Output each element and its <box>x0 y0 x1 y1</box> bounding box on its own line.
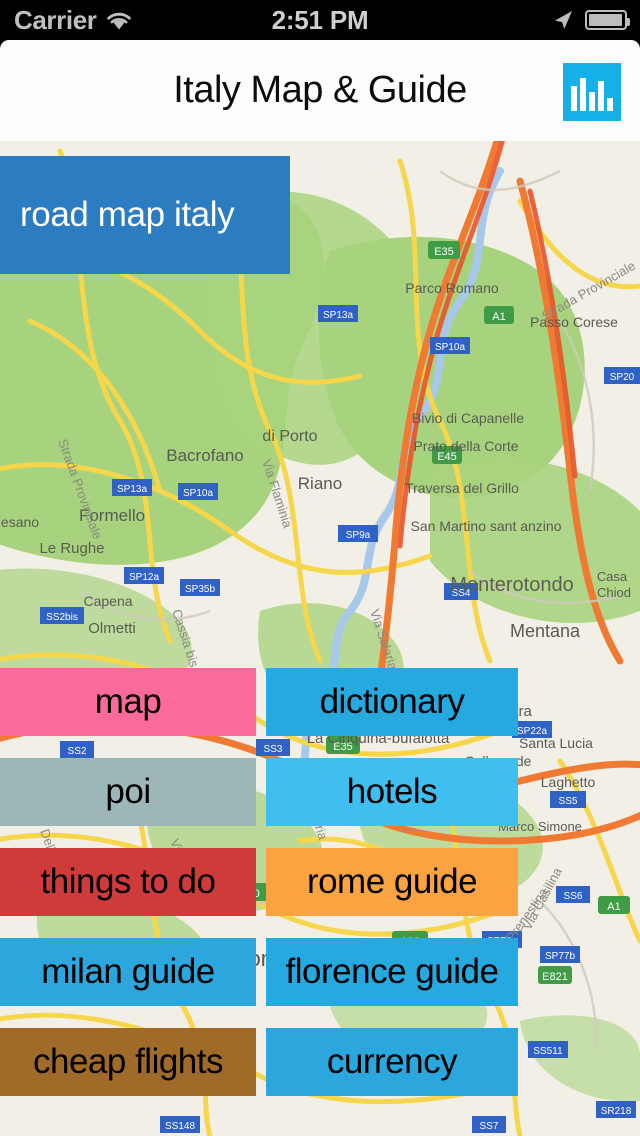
svg-text:Capena: Capena <box>83 593 132 609</box>
svg-text:SP9a: SP9a <box>346 530 371 541</box>
svg-text:Traversa del Grillo: Traversa del Grillo <box>405 480 519 496</box>
svg-text:Mentana: Mentana <box>510 621 581 641</box>
svg-text:San Martino sant anzino: San Martino sant anzino <box>411 518 562 534</box>
svg-text:esano: esano <box>1 514 39 530</box>
menu-button-grid: map dictionary poi hotels things to do r… <box>0 668 640 1096</box>
menu-button-rome-guide[interactable]: rome guide <box>266 848 518 916</box>
location-arrow-icon <box>552 9 574 31</box>
svg-text:SS2bis: SS2bis <box>46 612 78 623</box>
menu-button-label: milan guide <box>41 952 215 991</box>
svg-text:SP13a: SP13a <box>323 310 353 321</box>
svg-text:Bacrofano: Bacrofano <box>166 446 244 465</box>
status-bar-time: 2:51 PM <box>271 4 369 35</box>
status-bar-right <box>552 0 630 40</box>
menu-button-dictionary[interactable]: dictionary <box>266 668 518 736</box>
svg-text:di Porto: di Porto <box>262 428 317 445</box>
svg-text:SP20: SP20 <box>610 372 635 383</box>
svg-text:Riano: Riano <box>298 474 342 493</box>
svg-text:A1: A1 <box>492 311 505 323</box>
menu-button-cheap-flights[interactable]: cheap flights <box>0 1028 256 1096</box>
bar-chart-icon[interactable] <box>563 63 621 121</box>
svg-text:SP10a: SP10a <box>183 488 213 499</box>
menu-button-things-to-do[interactable]: things to do <box>0 848 256 916</box>
grid-row: milan guide florence guide <box>0 938 640 1028</box>
svg-text:E35: E35 <box>434 246 454 258</box>
menu-button-label: currency <box>326 1042 458 1081</box>
menu-button-label: rome guide <box>306 862 478 901</box>
menu-button-currency[interactable]: currency <box>266 1028 518 1096</box>
svg-text:Prato della Corte: Prato della Corte <box>413 438 518 454</box>
promo-banner-label: road map italy <box>20 195 235 234</box>
svg-text:Le Rughe: Le Rughe <box>39 540 104 557</box>
menu-button-label: map <box>94 682 162 721</box>
menu-button-hotels[interactable]: hotels <box>266 758 518 826</box>
svg-text:SS148: SS148 <box>165 1121 195 1132</box>
svg-text:SP10a: SP10a <box>435 342 465 353</box>
menu-button-label: poi <box>105 772 151 811</box>
menu-button-label: things to do <box>40 862 216 901</box>
grid-row: things to do rome guide <box>0 848 640 938</box>
svg-text:Bivio di Capanelle: Bivio di Capanelle <box>412 410 524 426</box>
status-bar: Carrier 2:51 PM <box>0 0 640 40</box>
grid-row: poi hotels <box>0 758 640 848</box>
menu-button-label: hotels <box>346 772 438 811</box>
menu-button-map[interactable]: map <box>0 668 256 736</box>
menu-button-poi[interactable]: poi <box>0 758 256 826</box>
svg-text:Parco Romano: Parco Romano <box>405 280 499 296</box>
svg-text:SP13a: SP13a <box>117 484 147 495</box>
battery-icon <box>585 10 630 30</box>
svg-text:Monterotondo: Monterotondo <box>450 574 573 596</box>
grid-row: cheap flights currency <box>0 1028 640 1118</box>
menu-button-florence-guide[interactable]: florence guide <box>266 938 518 1006</box>
svg-text:SP35b: SP35b <box>185 584 215 595</box>
navigation-bar: Italy Map & Guide <box>0 40 640 141</box>
svg-text:SS7: SS7 <box>480 1121 499 1132</box>
svg-text:Chiod: Chiod <box>597 585 631 600</box>
menu-button-label: cheap flights <box>32 1042 224 1081</box>
grid-row: map dictionary <box>0 668 640 758</box>
svg-text:Olmetti: Olmetti <box>88 620 136 637</box>
svg-text:Casa: Casa <box>597 569 628 584</box>
menu-button-label: dictionary <box>319 682 465 721</box>
svg-text:SP12a: SP12a <box>129 572 159 583</box>
promo-banner-road-map-italy[interactable]: road map italy <box>0 156 290 274</box>
menu-button-milan-guide[interactable]: milan guide <box>0 938 256 1006</box>
menu-button-label: florence guide <box>285 952 499 991</box>
page-title: Italy Map & Guide <box>173 69 467 111</box>
